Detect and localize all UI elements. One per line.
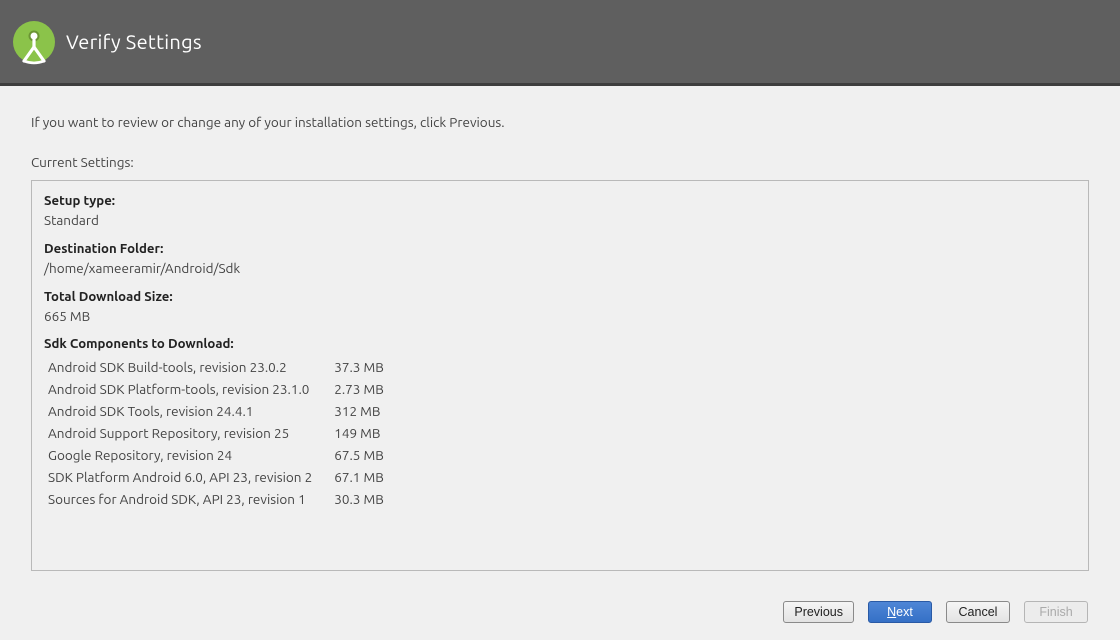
components-label: Sdk Components to Download: xyxy=(44,337,1076,351)
component-row: SDK Platform Android 6.0, API 23, revisi… xyxy=(44,466,388,488)
destination-folder-value: /home/xameeramir/Android/Sdk xyxy=(44,259,1076,277)
component-row: Sources for Android SDK, API 23, revisio… xyxy=(44,488,388,510)
component-row: Android Support Repository, revision 251… xyxy=(44,422,388,444)
download-size-block: Total Download Size: 665 MB xyxy=(44,289,1076,325)
android-studio-logo xyxy=(10,18,58,66)
cancel-button[interactable]: Cancel xyxy=(946,601,1010,623)
setup-type-value: Standard xyxy=(44,211,1076,229)
next-button-mnemonic: N xyxy=(887,605,896,619)
footer-buttons: Previous Next Cancel Finish xyxy=(0,598,1120,640)
components-table: Android SDK Build-tools, revision 23.0.2… xyxy=(44,356,388,510)
component-row: Android SDK Build-tools, revision 23.0.2… xyxy=(44,356,388,378)
previous-button[interactable]: Previous xyxy=(783,601,854,623)
intro-text: If you want to review or change any of y… xyxy=(31,114,1089,130)
component-size: 2.73 MB xyxy=(330,378,388,400)
component-row: Android SDK Platform-tools, revision 23.… xyxy=(44,378,388,400)
destination-folder-block: Destination Folder: /home/xameeramir/And… xyxy=(44,241,1076,277)
setup-type-block: Setup type: Standard xyxy=(44,193,1076,229)
page-title: Verify Settings xyxy=(66,30,202,53)
destination-folder-label: Destination Folder: xyxy=(44,241,1076,259)
download-size-value: 665 MB xyxy=(44,307,1076,325)
component-size: 37.3 MB xyxy=(330,356,388,378)
setup-type-label: Setup type: xyxy=(44,193,1076,211)
component-name: Android SDK Tools, revision 24.4.1 xyxy=(44,400,330,422)
component-name: Sources for Android SDK, API 23, revisio… xyxy=(44,488,330,510)
component-name: Android SDK Build-tools, revision 23.0.2 xyxy=(44,356,330,378)
component-row: Google Repository, revision 2467.5 MB xyxy=(44,444,388,466)
download-size-label: Total Download Size: xyxy=(44,289,1076,307)
component-size: 149 MB xyxy=(330,422,388,444)
component-name: Android Support Repository, revision 25 xyxy=(44,422,330,444)
content-area: If you want to review or change any of y… xyxy=(0,86,1120,571)
header-bar: Verify Settings xyxy=(0,0,1120,86)
component-row: Android SDK Tools, revision 24.4.1312 MB xyxy=(44,400,388,422)
component-name: Android SDK Platform-tools, revision 23.… xyxy=(44,378,330,400)
component-size: 67.5 MB xyxy=(330,444,388,466)
component-size: 30.3 MB xyxy=(330,488,388,510)
component-size: 67.1 MB xyxy=(330,466,388,488)
component-name: Google Repository, revision 24 xyxy=(44,444,330,466)
component-size: 312 MB xyxy=(330,400,388,422)
settings-box: Setup type: Standard Destination Folder:… xyxy=(31,180,1089,571)
component-name: SDK Platform Android 6.0, API 23, revisi… xyxy=(44,466,330,488)
current-settings-label: Current Settings: xyxy=(31,154,1089,170)
finish-button: Finish xyxy=(1024,601,1088,623)
next-button[interactable]: Next xyxy=(868,601,932,623)
next-button-rest: ext xyxy=(896,605,913,619)
